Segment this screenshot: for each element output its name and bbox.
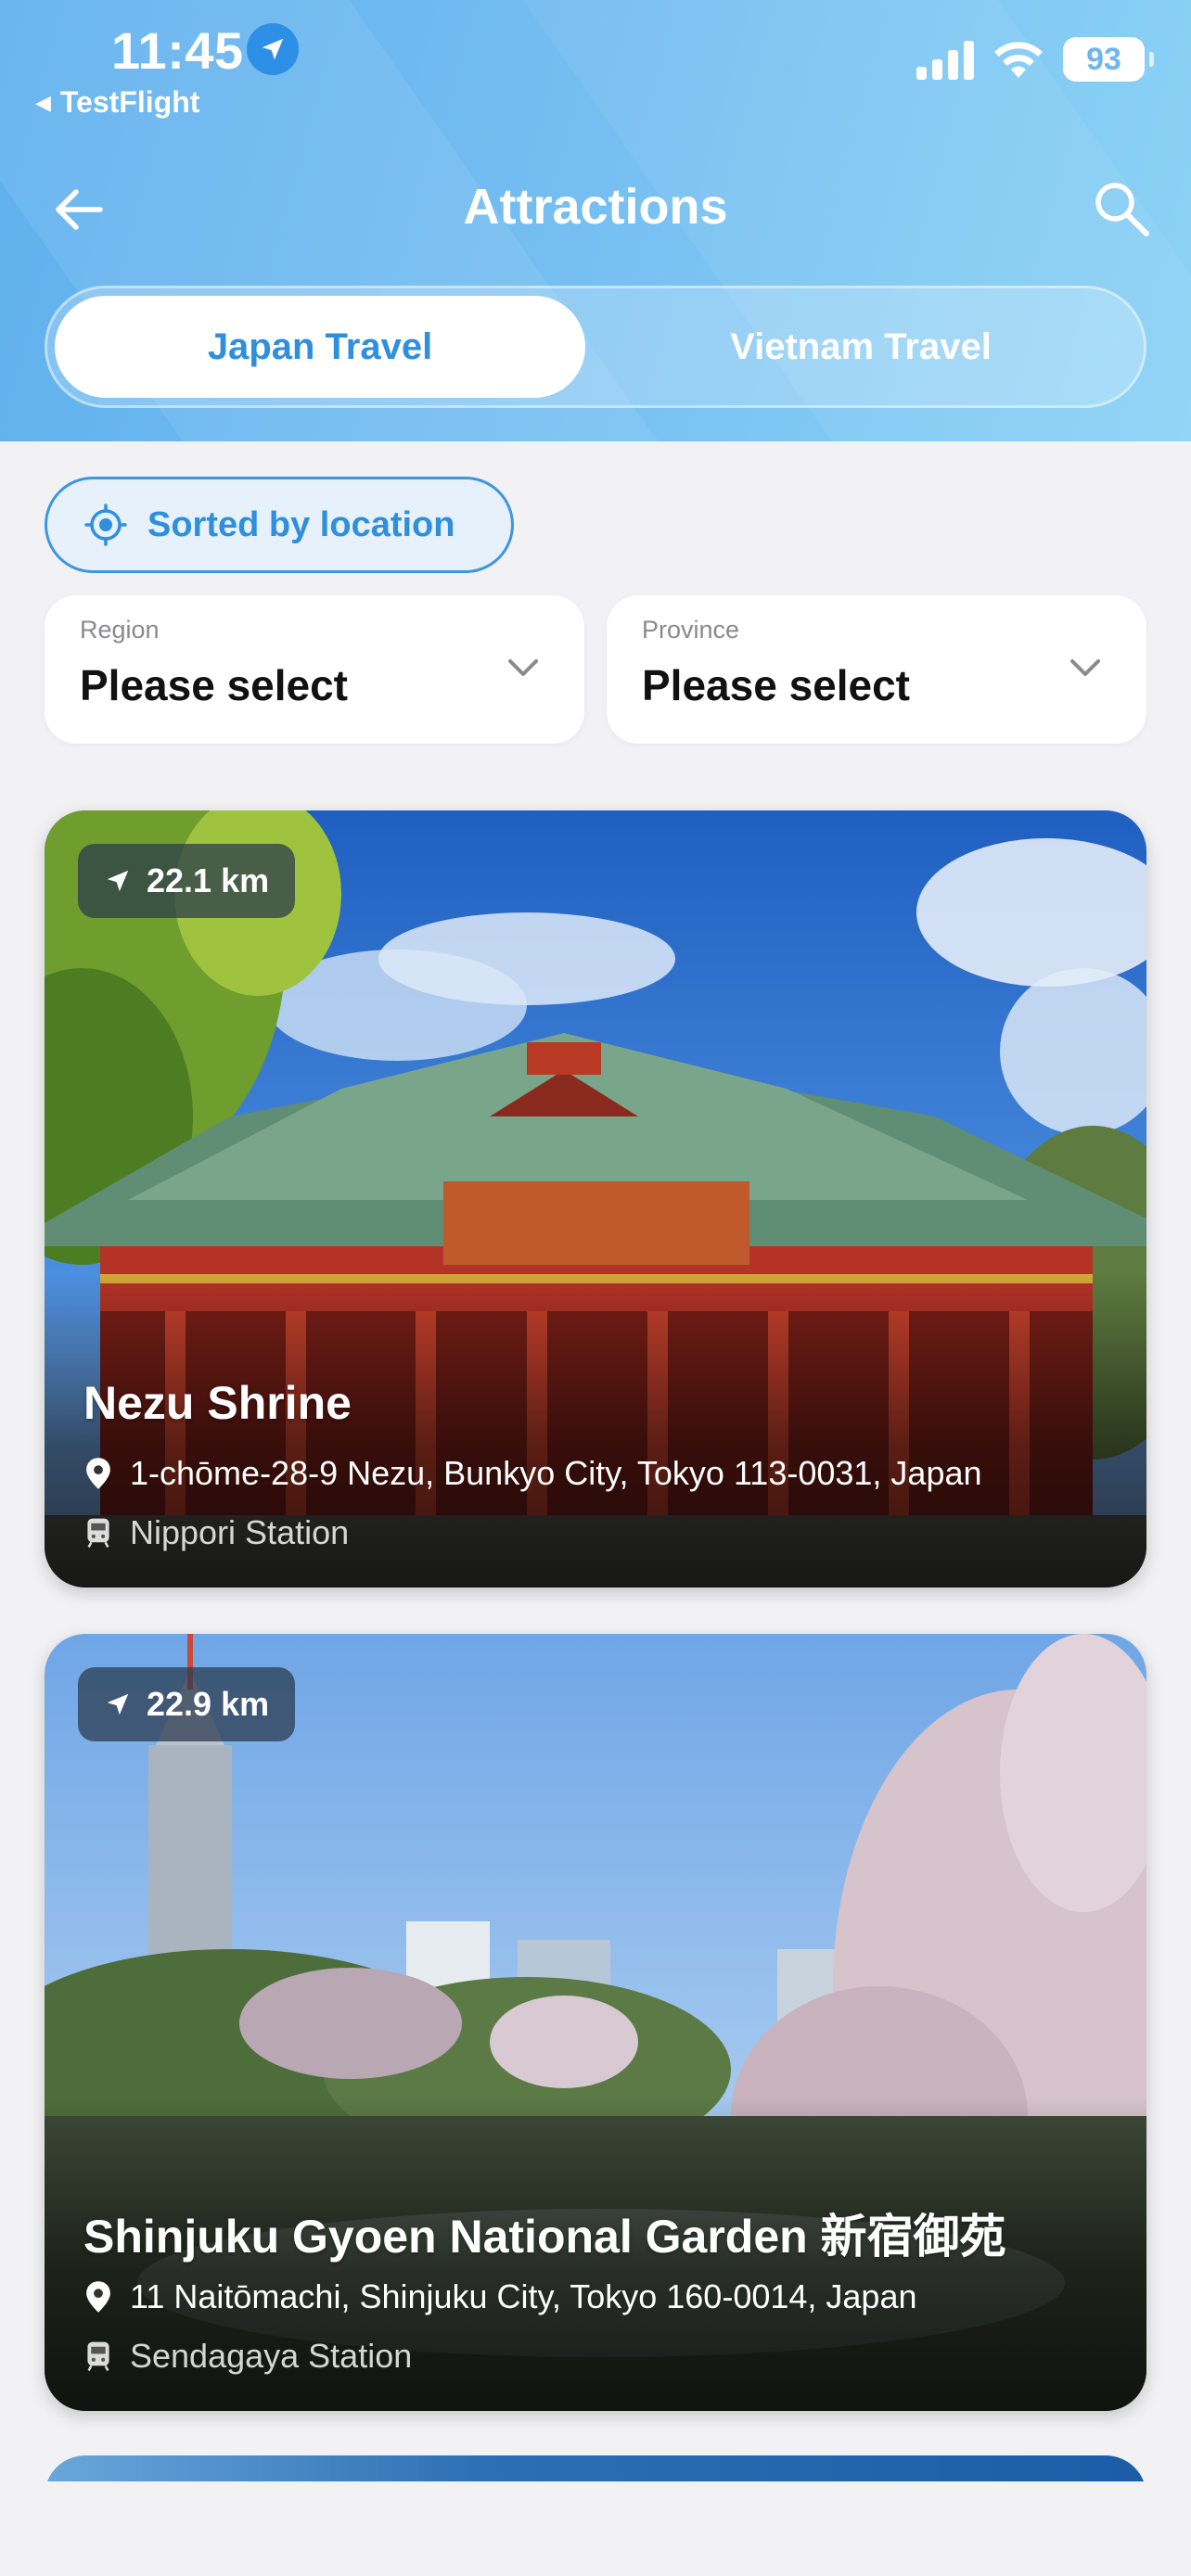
region-select[interactable]: Region Please select xyxy=(45,595,584,744)
station-text: Sendagaya Station xyxy=(130,2337,413,2375)
signal-icon xyxy=(916,39,974,80)
app-header: 11:45 ◀ TestFlight 93 Attractions Japan … xyxy=(0,0,1191,441)
status-time: 11:45 xyxy=(111,21,244,80)
attraction-name: Nezu Shrine xyxy=(83,1377,352,1429)
province-select[interactable]: Province Please select xyxy=(607,595,1146,744)
region-value: Please select xyxy=(80,661,349,709)
wifi-icon xyxy=(994,42,1043,78)
distance-badge: 22.1 km xyxy=(78,844,296,918)
map-pin-icon xyxy=(86,2281,110,2313)
battery-icon: 93 xyxy=(1063,37,1154,82)
distance-badge: 22.9 km xyxy=(78,1667,296,1741)
travel-tabs: Japan Travel Vietnam Travel xyxy=(45,286,1146,408)
tab-japan-travel[interactable]: Japan Travel xyxy=(55,296,585,398)
location-arrow-icon xyxy=(107,1693,129,1715)
status-indicators: 93 xyxy=(916,37,1154,82)
map-pin-icon xyxy=(86,1458,110,1489)
attraction-station: Nippori Station xyxy=(83,1513,349,1552)
train-icon xyxy=(87,2341,109,2372)
search-icon[interactable] xyxy=(1089,176,1154,241)
attraction-address: 11 Naitōmachi, Shinjuku City, Tokyo 160-… xyxy=(83,2277,917,2316)
chevron-down-icon xyxy=(1070,659,1100,676)
chevron-down-icon xyxy=(508,659,538,676)
crosshair-icon xyxy=(84,504,127,546)
sort-by-location-button[interactable]: Sorted by location xyxy=(45,477,514,573)
address-text: 1-chōme-28-9 Nezu, Bunkyo City, Tokyo 11… xyxy=(130,1454,982,1492)
back-to-testflight[interactable]: ◀ TestFlight xyxy=(35,85,199,120)
province-label: Province xyxy=(642,616,740,644)
tab-vietnam-travel[interactable]: Vietnam Travel xyxy=(585,296,1136,398)
attraction-card[interactable]: 22.9 km Shinjuku Gyoen National Garden 新… xyxy=(45,1634,1146,2411)
distance-value: 22.1 km xyxy=(147,861,270,899)
sort-label: Sorted by location xyxy=(147,504,455,544)
distance-value: 22.9 km xyxy=(147,1685,270,1723)
address-text: 11 Naitōmachi, Shinjuku City, Tokyo 160-… xyxy=(130,2277,917,2315)
bottom-area xyxy=(0,2481,1191,2576)
station-text: Nippori Station xyxy=(130,1513,350,1551)
attraction-station: Sendagaya Station xyxy=(83,2337,412,2376)
attraction-name: Shinjuku Gyoen National Garden 新宿御苑 xyxy=(83,2211,1006,2263)
page-title: Attractions xyxy=(463,179,728,235)
province-value: Please select xyxy=(642,661,911,709)
train-icon xyxy=(87,1518,109,1549)
back-triangle-icon: ◀ xyxy=(35,90,51,114)
region-label: Region xyxy=(80,616,160,644)
back-app-label: TestFlight xyxy=(59,85,200,119)
location-arrow-icon xyxy=(107,870,129,892)
location-arrow-icon xyxy=(247,23,299,75)
attraction-card[interactable]: 22.1 km Nezu Shrine 1-chōme-28-9 Nezu, B… xyxy=(45,810,1146,1588)
attraction-address: 1-chōme-28-9 Nezu, Bunkyo City, Tokyo 11… xyxy=(83,1454,982,1493)
